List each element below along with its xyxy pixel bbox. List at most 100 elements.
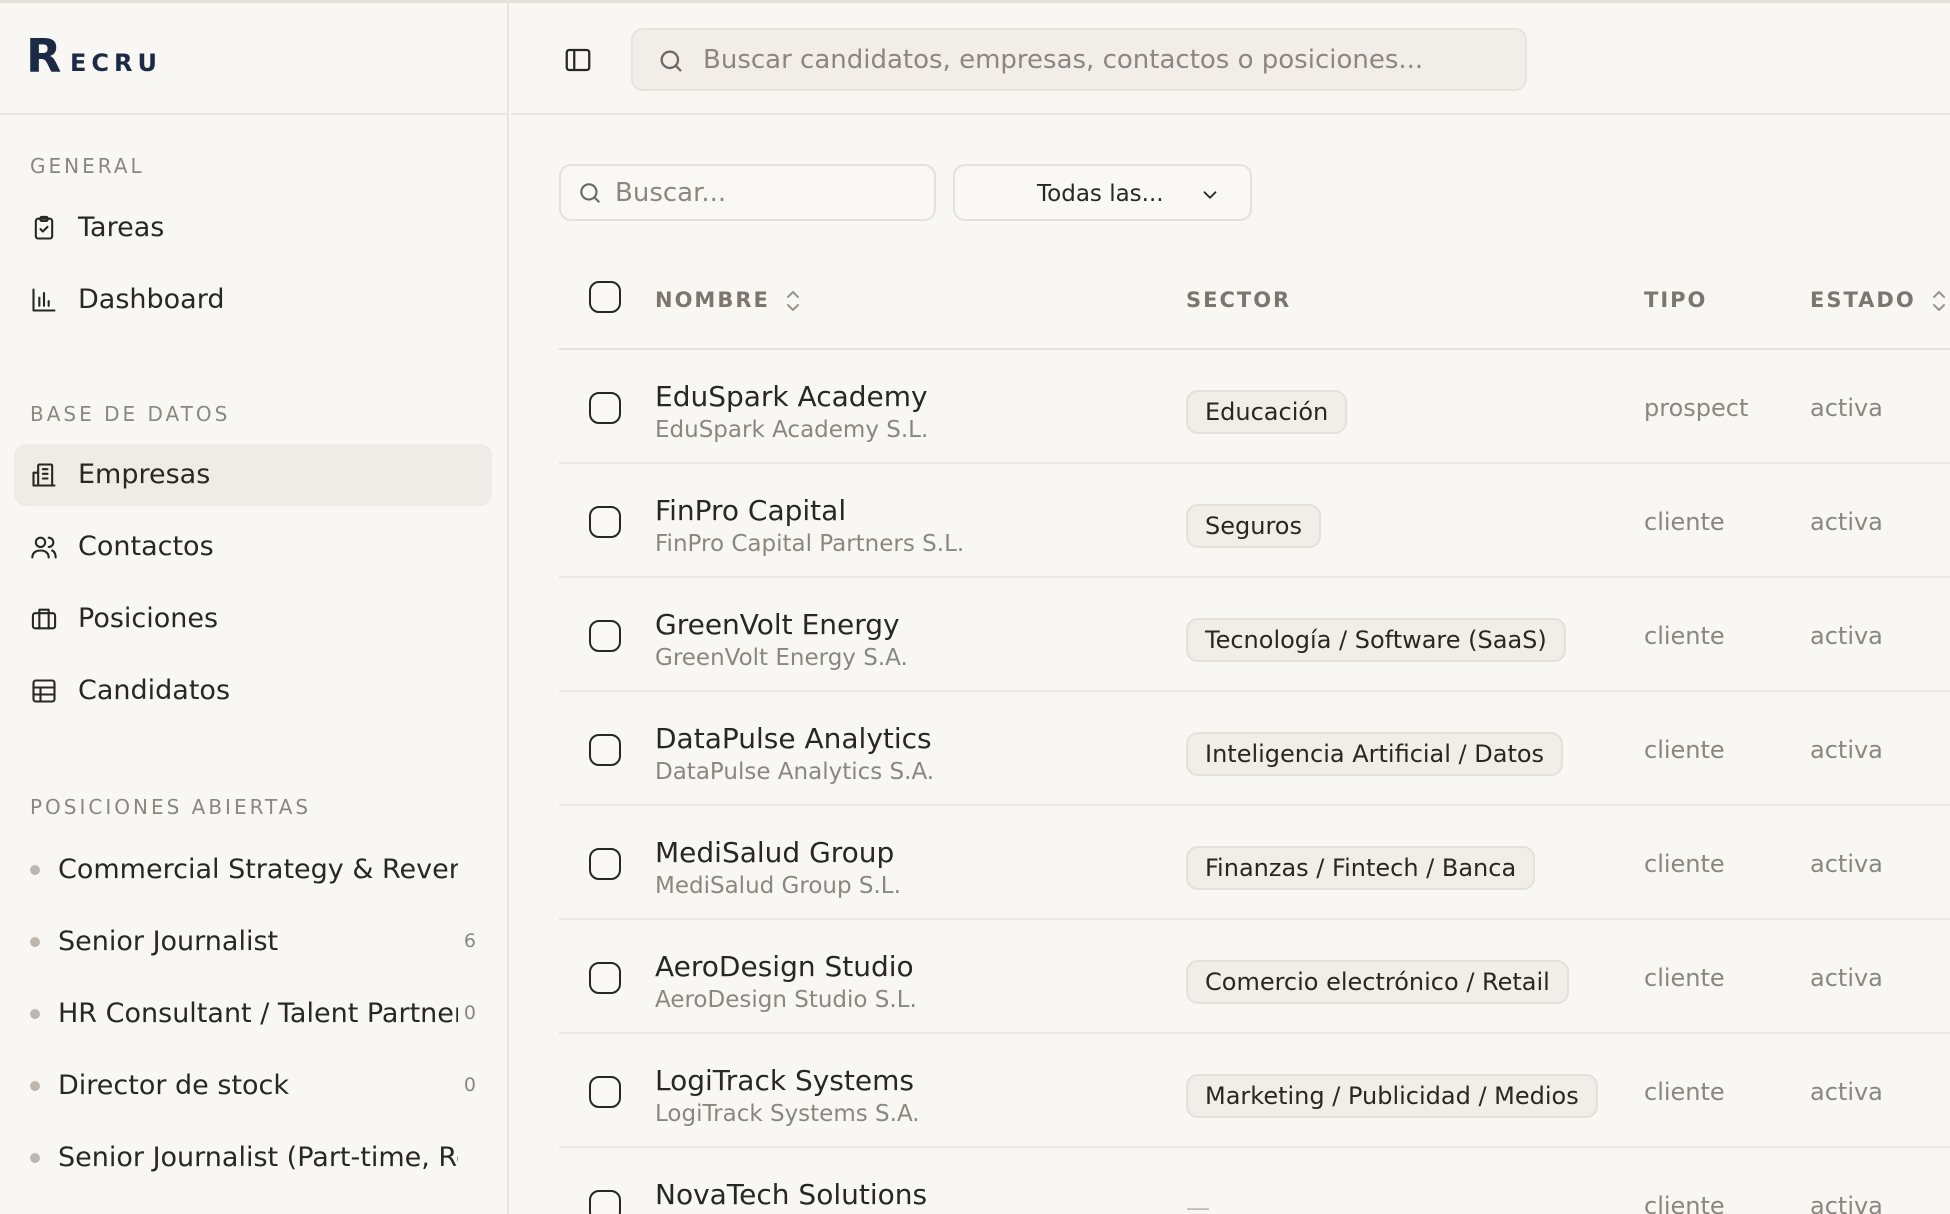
global-search-input[interactable]: [703, 38, 1503, 82]
table-row[interactable]: GreenVolt Energy GreenVolt Energy S.A. T…: [559, 578, 1950, 692]
briefcase-icon: [31, 608, 57, 630]
column-header-tipo[interactable]: TIPO: [1644, 290, 1707, 311]
company-legal-name: LogiTrack Systems S.A.: [655, 1101, 920, 1127]
open-position-label: HR Consultant / Talent Partner: [58, 998, 458, 1029]
select-all-checkbox[interactable]: [589, 281, 621, 313]
open-position-label: Commercial Strategy & Revenue (: [58, 854, 458, 885]
open-position-item[interactable]: HR Consultant / Talent Partner 0: [30, 994, 492, 1034]
company-legal-name: FinPro Capital Partners S.L.: [655, 531, 965, 557]
logo-initial[interactable]: R: [26, 33, 61, 79]
sidebar-item-empresas[interactable]: Empresas: [14, 444, 492, 506]
section-label-open-positions: POSICIONES ABIERTAS: [30, 795, 312, 819]
company-legal-name: DataPulse Analytics S.A.: [655, 759, 935, 785]
company-estado: activa: [1810, 622, 1883, 650]
sidebar-item-label: Tareas: [78, 212, 165, 243]
sidebar-item-label: Dashboard: [78, 284, 225, 315]
company-estado: activa: [1810, 736, 1883, 764]
bullet-dot-icon: [30, 865, 40, 875]
logo-bar: R ECRU: [0, 3, 507, 115]
row-checkbox[interactable]: [589, 848, 621, 880]
company-estado: activa: [1810, 1192, 1883, 1214]
table-row[interactable]: DataPulse Analytics DataPulse Analytics …: [559, 692, 1950, 806]
sidebar-item-candidatos[interactable]: Candidatos: [14, 660, 492, 722]
building-icon: [32, 463, 56, 487]
sidebar-item-label: Candidatos: [78, 675, 231, 706]
column-header-sector[interactable]: SECTOR: [1186, 290, 1291, 311]
row-checkbox[interactable]: [589, 1076, 621, 1108]
table-row[interactable]: LogiTrack Systems LogiTrack Systems S.A.…: [559, 1034, 1950, 1148]
sector-badge: Seguros: [1186, 504, 1321, 548]
sort-icon[interactable]: [783, 286, 803, 316]
row-checkbox[interactable]: [589, 734, 621, 766]
row-checkbox[interactable]: [589, 620, 621, 652]
company-name[interactable]: DataPulse Analytics: [655, 722, 932, 756]
bullet-dot-icon: [30, 1081, 40, 1091]
sidebar-item-contactos[interactable]: Contactos: [14, 516, 492, 578]
row-checkbox[interactable]: [589, 962, 621, 994]
filter-select-value: Todas las...: [1037, 181, 1164, 207]
clipboard-check-icon: [34, 215, 54, 240]
section-label-database: BASE DE DATOS: [30, 402, 231, 426]
company-tipo: cliente: [1644, 736, 1725, 764]
sidebar-toggle-icon[interactable]: [563, 45, 593, 75]
company-tipo: cliente: [1644, 1078, 1725, 1106]
sidebar-item-posiciones[interactable]: Posiciones: [14, 588, 492, 650]
sector-badge: Marketing / Publicidad / Medios: [1186, 1074, 1598, 1118]
company-legal-name: AeroDesign Studio S.L.: [655, 987, 917, 1013]
column-header-estado[interactable]: ESTADO: [1810, 290, 1916, 311]
row-checkbox[interactable]: [589, 506, 621, 538]
open-position-count: 0: [463, 1002, 476, 1024]
sector-badge: Inteligencia Artificial / Datos: [1186, 732, 1564, 776]
chevron-down-icon: [1203, 191, 1217, 199]
company-estado: activa: [1810, 394, 1883, 422]
open-position-item[interactable]: Director de stock 0: [30, 1066, 492, 1106]
company-tipo: prospect: [1644, 394, 1749, 422]
company-tipo: cliente: [1644, 850, 1725, 878]
search-icon: [660, 50, 682, 72]
search-icon: [580, 183, 600, 203]
company-name[interactable]: MediSalud Group: [655, 836, 894, 870]
sector-badge: Tecnología / Software (SaaS): [1186, 618, 1566, 662]
table-icon: [32, 679, 56, 703]
company-name[interactable]: LogiTrack Systems: [655, 1064, 914, 1098]
sort-icon[interactable]: [1929, 286, 1949, 316]
sidebar-item-label: Posiciones: [78, 603, 219, 634]
bullet-dot-icon: [30, 1009, 40, 1019]
table-row[interactable]: EduSpark Academy EduSpark Academy S.L. E…: [559, 350, 1950, 464]
company-tipo: cliente: [1644, 508, 1725, 536]
open-position-label: Senior Journalist: [58, 926, 279, 957]
filter-select[interactable]: Todas las...: [953, 164, 1252, 221]
sector-badge: —: [1186, 1194, 1210, 1214]
company-name[interactable]: NovaTech Solutions: [655, 1178, 927, 1212]
table-row[interactable]: NovaTech Solutions — cliente activa: [559, 1148, 1950, 1214]
open-position-item[interactable]: Senior Journalist 6: [30, 922, 492, 962]
company-tipo: cliente: [1644, 622, 1725, 650]
open-position-item[interactable]: Senior Journalist (Part-time, Remo: [30, 1138, 492, 1178]
company-name[interactable]: FinPro Capital: [655, 494, 846, 528]
company-estado: activa: [1810, 508, 1883, 536]
table-row[interactable]: FinPro Capital FinPro Capital Partners S…: [559, 464, 1950, 578]
open-position-label: Senior Journalist (Part-time, Remo: [58, 1142, 458, 1173]
company-legal-name: GreenVolt Energy S.A.: [655, 645, 908, 671]
company-legal-name: EduSpark Academy S.L.: [655, 417, 929, 443]
company-name[interactable]: AeroDesign Studio: [655, 950, 914, 984]
open-position-item[interactable]: Commercial Strategy & Revenue (: [30, 850, 492, 890]
company-estado: activa: [1810, 964, 1883, 992]
global-search-box: [631, 28, 1527, 91]
row-checkbox[interactable]: [589, 1190, 621, 1214]
sector-badge: Finanzas / Fintech / Banca: [1186, 846, 1536, 890]
column-header-nombre[interactable]: NOMBRE: [655, 290, 770, 311]
sidebar-item-tareas[interactable]: Tareas: [14, 197, 492, 259]
table-row[interactable]: AeroDesign Studio AeroDesign Studio S.L.…: [559, 920, 1950, 1034]
company-name[interactable]: EduSpark Academy: [655, 380, 928, 414]
table-row[interactable]: MediSalud Group MediSalud Group S.L. Fin…: [559, 806, 1950, 920]
company-tipo: cliente: [1644, 964, 1725, 992]
row-checkbox[interactable]: [589, 392, 621, 424]
company-estado: activa: [1810, 850, 1883, 878]
table-header: NOMBRE SECTOR TIPO ESTADO: [559, 260, 1950, 350]
table-search-box: [559, 164, 936, 221]
sidebar-item-dashboard[interactable]: Dashboard: [14, 269, 492, 331]
company-name[interactable]: GreenVolt Energy: [655, 608, 900, 642]
logo-wordmark[interactable]: ECRU: [70, 51, 162, 75]
table-search-input[interactable]: [615, 172, 915, 214]
